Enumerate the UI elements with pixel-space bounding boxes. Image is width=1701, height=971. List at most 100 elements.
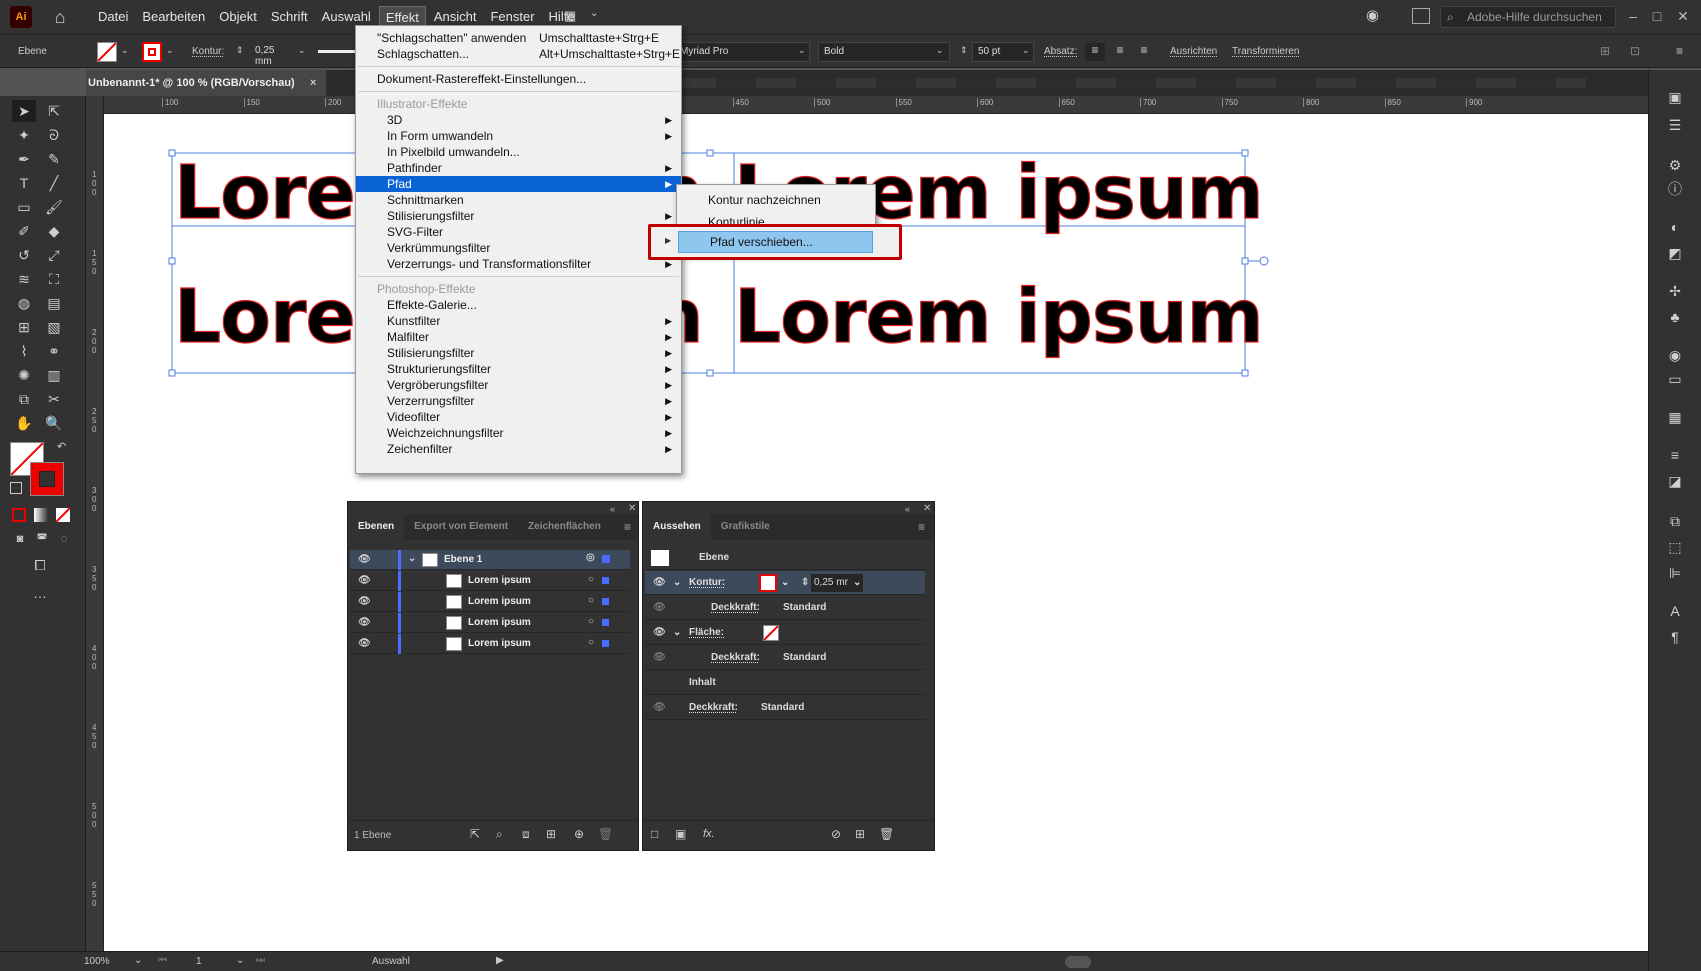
flaeche-label[interactable]: Fläche: [689, 621, 724, 645]
menu-item-3d[interactable]: 3D ▶ [356, 112, 681, 128]
menu-item-pathfinder[interactable]: Pathfinder ▶ [356, 160, 681, 176]
visibility-eye-icon[interactable]: 👁 [358, 596, 371, 607]
settings-gear-icon[interactable]: ⚙ [1664, 154, 1686, 176]
visibility-eye-icon[interactable]: 👁 [653, 696, 666, 720]
absatz-label[interactable]: Absatz: [1044, 46, 1077, 57]
warp-tool-icon[interactable]: ≋ [12, 268, 36, 290]
font-family-field[interactable]: Myriad Pro [674, 42, 810, 62]
tab-aussehen[interactable]: Aussehen [643, 514, 711, 540]
user-profile-icon[interactable]: ◉ [1366, 6, 1388, 28]
font-style-field[interactable]: Bold [818, 42, 950, 62]
stroke-swatch-red[interactable] [142, 42, 162, 62]
collect-export-icon[interactable]: ⇱ [470, 827, 480, 841]
search-icon[interactable]: ⌕ [496, 827, 503, 842]
visibility-eye-icon[interactable]: 👁 [653, 596, 666, 620]
character-panel-icon[interactable]: A [1664, 600, 1686, 622]
visibility-eye-icon[interactable]: 👁 [358, 638, 371, 649]
menu-schrift[interactable]: Schrift [265, 6, 314, 29]
sublayer-name[interactable]: Lorem ipsum [468, 596, 531, 607]
transformieren-link[interactable]: Transformieren [1232, 46, 1299, 57]
delete-layer-icon[interactable]: 🗑 [598, 827, 613, 841]
panel-menu-icon[interactable]: ≡ [1676, 44, 1683, 58]
visibility-eye-icon[interactable]: 👁 [653, 621, 666, 645]
gradient-tool-icon[interactable]: ▧ [42, 316, 66, 338]
fill-swatch-none[interactable] [97, 42, 117, 62]
sublayer-name[interactable]: Lorem ipsum [468, 575, 531, 586]
add-fill-icon[interactable]: ▣ [675, 827, 686, 841]
draw-inside-icon[interactable]: ◌ [52, 528, 76, 550]
isolate-icon[interactable]: ⊡ [1630, 44, 1640, 58]
duplicate-item-icon[interactable]: ⊞ [855, 827, 865, 841]
expand-chevron-icon[interactable]: ⌄ [408, 553, 416, 564]
minimize-button[interactable]: – [1622, 5, 1644, 27]
horizontal-scrollbar-thumb[interactable] [1065, 956, 1091, 968]
target-circle-icon[interactable]: ○ [588, 637, 594, 648]
menu-datei[interactable]: Datei [92, 6, 134, 29]
clear-appearance-icon[interactable]: ⊘ [831, 827, 841, 841]
tab-grafikstile[interactable]: Grafikstile [711, 514, 780, 540]
home-icon[interactable]: ⌂ [50, 7, 70, 27]
align-right-icon[interactable]: ≡ [1134, 43, 1154, 61]
menu-item-pfad[interactable]: Pfad ▶ [356, 176, 681, 192]
transparency-icon[interactable]: ◪ [1664, 470, 1686, 492]
eyedropper-tool-icon[interactable]: ⌇ [12, 340, 36, 362]
menu-item-stilisierungsfilter-ps[interactable]: Stilisierungsfilter ▶ [356, 345, 681, 361]
align-panel-icon[interactable]: ⊫ [1664, 562, 1686, 584]
status-play-icon[interactable]: ▶ [496, 955, 504, 966]
kontur-deckkraft-row[interactable]: 👁 Deckkraft: Standard [645, 596, 925, 620]
visibility-eye-icon[interactable]: 👁 [358, 554, 371, 565]
eraser-tool-icon[interactable]: ◆ [42, 220, 66, 242]
align-center-icon[interactable]: ≡ [1110, 43, 1130, 61]
inhalt-row[interactable]: Inhalt [645, 671, 925, 695]
sublayer-name[interactable]: Lorem ipsum [468, 617, 531, 628]
kontur-label[interactable]: Kontur: [192, 46, 224, 57]
blend-tool-icon[interactable]: ⚭ [42, 340, 66, 362]
curvature-tool-icon[interactable]: ✎ [42, 148, 66, 170]
symbols-club-icon[interactable]: ♣ [1664, 306, 1686, 328]
menu-item-in-form-umwandeln[interactable]: In Form umwandeln ▶ [356, 128, 681, 144]
selection-indicator[interactable] [602, 640, 609, 647]
flaeche-color-swatch[interactable] [763, 625, 779, 641]
perspective-grid-tool-icon[interactable]: ▤ [42, 292, 66, 314]
fill-dropdown-chevron-icon[interactable]: ⌄ [121, 45, 129, 56]
info-icon[interactable]: ⓘ [1664, 178, 1686, 200]
tab-zeichenflaechen[interactable]: Zeichenflächen [518, 514, 611, 540]
arrange-icon[interactable]: ⊞ [1600, 44, 1610, 58]
ausrichten-link[interactable]: Ausrichten [1170, 46, 1217, 57]
sublayer-row[interactable]: 👁 Lorem ipsum ○ [350, 571, 630, 591]
menu-item-schnittmarken[interactable]: Schnittmarken [356, 192, 681, 208]
none-mode-icon[interactable] [55, 507, 71, 523]
menu-bearbeiten[interactable]: Bearbeiten [136, 6, 211, 29]
workspace-switcher-icon[interactable]: ▦ [564, 8, 582, 24]
selection-tool-icon[interactable]: ➤ [12, 100, 36, 122]
chevron-down-icon[interactable]: ⌄ [590, 8, 598, 19]
selection-indicator[interactable] [602, 619, 609, 626]
mesh-tool-icon[interactable]: ⊞ [12, 316, 36, 338]
menu-item-verzerrungs-transformationsfilter[interactable]: Verzerrungs- und Transformationsfilter ▶ [356, 256, 681, 272]
draw-normal-icon[interactable]: ◙ [8, 528, 32, 550]
tab-export-von-element[interactable]: Export von Element [404, 514, 518, 540]
kontur-row[interactable]: 👁 ⌄ Kontur: ⌄ ⇕ 0,25 mr ⌄ [645, 571, 925, 595]
collapse-panel-icon[interactable]: « [610, 504, 615, 514]
menu-item-in-pixelbild-umwandeln[interactable]: In Pixelbild umwandeln... [356, 144, 681, 160]
rotate-tool-icon[interactable]: ↺ [12, 244, 36, 266]
zoom-chevron-icon[interactable]: ⌄ [134, 955, 142, 966]
zoom-tool-icon[interactable]: 🔍 [42, 412, 66, 434]
direct-selection-tool-icon[interactable]: ⇱ [42, 100, 66, 122]
menu-item-verzerrungsfilter[interactable]: Verzerrungsfilter ▶ [356, 393, 681, 409]
menu-item-weichzeichnungsfilter[interactable]: Weichzeichnungsfilter ▶ [356, 425, 681, 441]
new-layer-icon[interactable]: ⊕ [574, 827, 584, 841]
menu-item-verkruemmungsfilter[interactable]: Verkrümmungsfilter▶ [356, 240, 681, 256]
swap-colors-icon[interactable]: ↶ [57, 440, 66, 453]
font-family-chevron-icon[interactable]: ⌄ [798, 45, 806, 56]
menu-item-kontur-nachzeichnen[interactable]: Kontur nachzeichnen [677, 189, 875, 211]
deckkraft-label[interactable]: Deckkraft: [711, 596, 760, 620]
target-circle-icon[interactable]: ○ [588, 574, 594, 585]
sublayer-row[interactable]: 👁 Lorem ipsum ○ [350, 634, 630, 654]
clipping-mask-icon[interactable]: ⧈ [522, 827, 530, 842]
document-tab[interactable]: Unbenannt-1* @ 100 % (RGB/Vorschau) × [86, 70, 326, 96]
free-transform-tool-icon[interactable]: ⛶ [42, 268, 66, 290]
menu-item-kunstfilter[interactable]: Kunstfilter ▶ [356, 313, 681, 329]
expand-chevron-icon[interactable]: ⌄ [673, 571, 681, 595]
kontur-color-swatch[interactable] [759, 574, 777, 592]
